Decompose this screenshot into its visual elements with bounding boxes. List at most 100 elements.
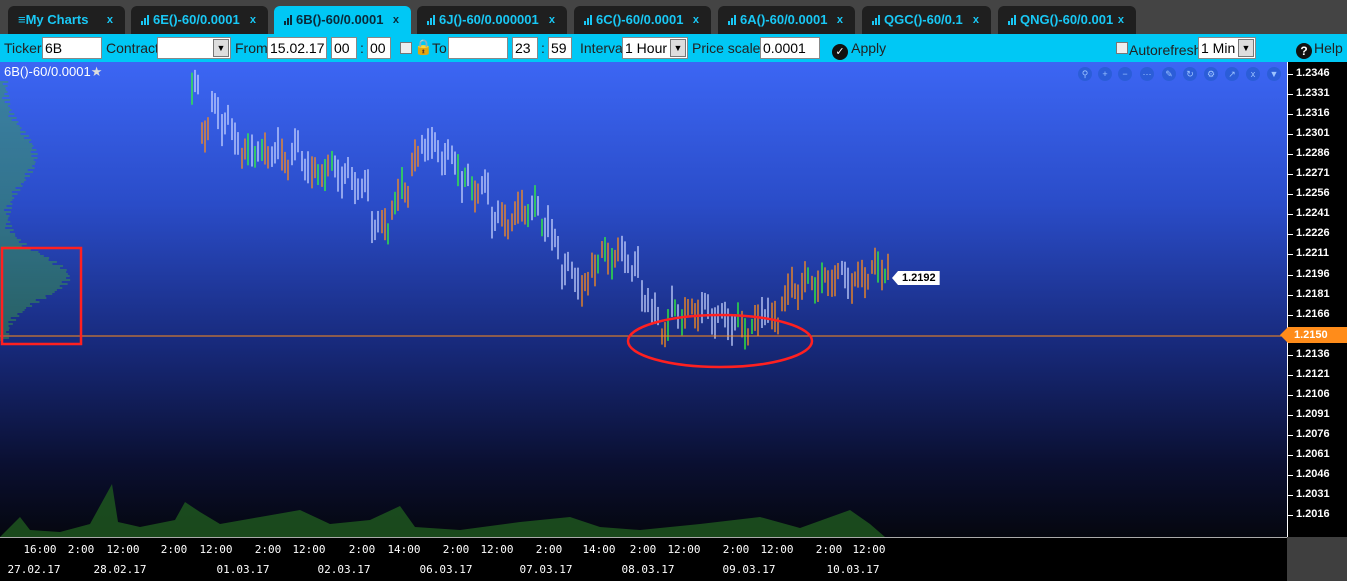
x-time-label: 12:00	[106, 543, 140, 556]
price-axis[interactable]: 1.2150 1.2346 1.2331 1.2316 1.2301 1.2286 1.2…	[1280, 62, 1347, 537]
tab-6b[interactable]: 6B()-60/0.0001 x	[274, 6, 411, 34]
tab-qgc[interactable]: QGC()-60/0.1 x	[862, 6, 991, 34]
price-bars	[191, 69, 889, 350]
x-date-label: 28.02.17	[93, 563, 147, 576]
check-circle-icon: ✓	[832, 44, 848, 60]
x-time-label: 14:00	[387, 543, 421, 556]
close-icon[interactable]: x	[693, 6, 699, 34]
highlight-ellipse	[626, 313, 814, 369]
x-date-label: 10.03.17	[826, 563, 880, 576]
to-minute-input[interactable]: 59	[548, 37, 572, 59]
lock-checkbox[interactable]	[400, 42, 412, 54]
close-icon[interactable]: x	[837, 6, 843, 34]
x-time-label: 14:00	[582, 543, 616, 556]
x-date-label: 06.03.17	[419, 563, 473, 576]
tab-6a[interactable]: 6A()-60/0.0001 x	[718, 6, 855, 34]
y-tick	[1288, 394, 1293, 396]
y-tick-label: 1.2241	[1296, 207, 1330, 220]
to-hour-input[interactable]: 23	[512, 37, 538, 59]
bar-chart-icon	[284, 15, 294, 25]
y-tick-label: 1.2166	[1296, 307, 1330, 320]
y-tick-label: 1.2181	[1296, 287, 1330, 300]
ticker-input[interactable]: 6B	[42, 37, 102, 59]
from-label: From	[235, 40, 268, 56]
close-icon[interactable]: x	[1118, 6, 1124, 34]
y-tick-label: 1.2091	[1296, 407, 1330, 420]
y-tick-label: 1.2136	[1296, 347, 1330, 360]
to-date-input[interactable]	[448, 37, 508, 59]
chevron-down-icon: ▼	[1238, 39, 1254, 57]
y-tick-label: 1.2121	[1296, 367, 1330, 380]
y-tick-label: 1.2196	[1296, 267, 1330, 280]
y-tick-label: 1.2031	[1296, 488, 1330, 501]
tab-qng[interactable]: QNG()-60/0.001 x	[998, 6, 1136, 34]
x-date-label: 02.03.17	[317, 563, 371, 576]
y-tick	[1288, 254, 1293, 256]
y-tick-label: 1.2256	[1296, 187, 1330, 200]
bar-chart-icon	[728, 15, 738, 25]
close-icon[interactable]: x	[250, 6, 256, 34]
x-time-label: 16:00	[23, 543, 57, 556]
price-scale-input[interactable]: 0.0001	[760, 37, 820, 59]
tab-6e[interactable]: 6E()-60/0.0001 x	[131, 6, 268, 34]
close-icon[interactable]: x	[549, 6, 555, 34]
close-icon[interactable]: x	[107, 6, 113, 34]
y-tick-label: 1.2331	[1296, 87, 1330, 100]
menu-icon: ≡	[18, 12, 26, 27]
y-tick	[1288, 354, 1293, 356]
y-tick-label: 1.2226	[1296, 227, 1330, 240]
x-time-label: 2:00	[722, 543, 750, 556]
y-tick	[1288, 434, 1293, 436]
autorefresh-select[interactable]: 1 Min ▼	[1198, 37, 1256, 59]
y-tick-label: 1.2316	[1296, 107, 1330, 120]
chevron-down-icon: ▼	[670, 39, 686, 57]
to-label: To	[432, 40, 447, 56]
y-tick-label: 1.2301	[1296, 127, 1330, 140]
time-axis[interactable]: 16:00 2:00 12:00 2:00 12:00 2:00 12:00 2:00 14:0…	[0, 537, 1287, 581]
tab-my-charts[interactable]: ≡My Charts x	[8, 6, 125, 34]
help-button[interactable]: ? Help	[1296, 34, 1347, 62]
from-date-input[interactable]: 15.02.17	[267, 37, 327, 59]
interval-select[interactable]: 1 Hour ▼	[622, 37, 688, 59]
x-time-label: 2:00	[67, 543, 95, 556]
x-date-label: 01.03.17	[216, 563, 270, 576]
colon: :	[541, 40, 545, 56]
y-tick	[1288, 214, 1293, 216]
x-time-label: 12:00	[760, 543, 794, 556]
y-tick-label: 1.2271	[1296, 167, 1330, 180]
y-tick	[1288, 114, 1293, 116]
price-scale-label: Price scale	[692, 40, 761, 56]
y-tick-label: 1.2016	[1296, 508, 1330, 521]
colon: :	[360, 40, 364, 56]
close-icon[interactable]: x	[393, 6, 399, 34]
last-price-label: 1.2192	[892, 271, 940, 285]
y-tick	[1288, 414, 1293, 416]
toolbar: Ticker 6B Contract ▼ From 15.02.17 00 : …	[0, 34, 1347, 62]
tab-6j[interactable]: 6J()-60/0.000001 x	[417, 6, 567, 34]
price-chart[interactable]: 6B()-60/0.0001★ ⚲ + − ⋯ ✎ ↻ ⚙ ↗ x ▼ 1.21…	[0, 62, 1287, 537]
current-price-label: 1.2150	[1280, 327, 1347, 343]
x-time-label: 2:00	[442, 543, 470, 556]
y-tick	[1288, 234, 1293, 236]
x-time-label: 2:00	[535, 543, 563, 556]
close-icon[interactable]: x	[973, 6, 979, 34]
y-tick	[1288, 154, 1293, 156]
bar-chart-icon	[141, 15, 151, 25]
contract-select[interactable]: ▼	[157, 37, 231, 59]
y-tick-label: 1.2211	[1296, 247, 1330, 260]
bar-chart-icon	[427, 15, 437, 25]
autorefresh-checkbox[interactable]	[1116, 42, 1128, 54]
y-tick	[1288, 74, 1293, 75]
x-time-label: 2:00	[254, 543, 282, 556]
y-tick-label: 1.2346	[1296, 67, 1330, 79]
x-date-label: 07.03.17	[519, 563, 573, 576]
x-date-label: 27.02.17	[7, 563, 61, 576]
y-tick	[1288, 174, 1293, 176]
from-minute-input[interactable]: 00	[367, 37, 391, 59]
tab-bar: ≡My Charts x 6E()-60/0.0001 x 6B()-60/0.00…	[0, 0, 1347, 34]
y-tick-label: 1.2286	[1296, 147, 1330, 160]
from-hour-input[interactable]: 00	[331, 37, 357, 59]
tab-6c[interactable]: 6C()-60/0.0001 x	[574, 6, 711, 34]
bar-chart-icon	[1008, 15, 1018, 25]
apply-button[interactable]: ✓ Apply	[832, 34, 886, 62]
